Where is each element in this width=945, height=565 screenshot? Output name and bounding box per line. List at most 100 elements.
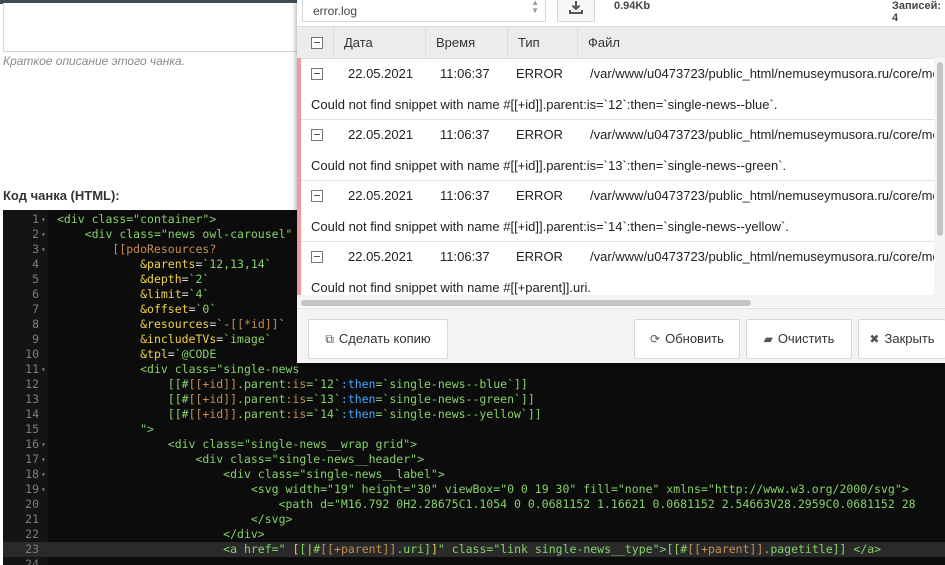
fold-arrow-icon[interactable]: ▾ <box>41 212 49 227</box>
code-token: [[# <box>666 542 688 556</box>
code-token: </svg> <box>250 512 293 526</box>
code-line[interactable]: 21 </svg> <box>3 512 945 527</box>
code-token: .parent <box>237 407 286 421</box>
code-line[interactable]: 13 [[#[[+id]].parent:is=`13`:then=`singl… <box>3 392 945 407</box>
code-token: `2` <box>188 272 210 286</box>
line-number: 18 <box>25 467 39 481</box>
copy-icon: ⧉ <box>325 332 334 346</box>
line-number: 2 <box>32 227 39 241</box>
code-token: class= <box>202 437 244 451</box>
collapse-entry-icon[interactable] <box>311 251 323 263</box>
line-code: &parents=`12,13,14` <box>57 257 272 272</box>
entry-time: 11:06:37 <box>440 66 490 81</box>
fold-arrow-icon[interactable]: ▾ <box>41 227 49 242</box>
code-line[interactable]: 20 <path d="M16.792 0H2.28675C1.1054 0 0… <box>3 497 945 512</box>
code-token: `12,13,14` <box>202 257 272 271</box>
code-line[interactable]: 18 ▾ <div class="single-news__label"> <box>3 467 945 482</box>
code-line[interactable]: 22 </div> <box>3 527 945 542</box>
line-code: <path d="M16.792 0H2.28675C1.1054 0 0.06… <box>57 497 916 512</box>
refresh-icon: ⟳ <box>650 332 661 346</box>
line-number: 19 <box>25 482 39 496</box>
line-code: &limit=`4` <box>57 287 209 302</box>
code-token: .parent <box>237 392 286 406</box>
code-line[interactable]: 19 ▾ <svg width="19" height="30" viewBox=… <box>3 482 945 497</box>
entry-message: Could not find snippet with name #[[+id]… <box>311 158 787 173</box>
line-code: </div> <box>57 527 265 542</box>
line-number: 20 <box>25 497 39 511</box>
refresh-log-button[interactable]: ⟳ Обновить <box>634 319 740 359</box>
column-header-type[interactable]: Тип <box>507 27 577 58</box>
fold-arrow-icon[interactable]: ▾ <box>41 482 49 497</box>
line-number: 16 <box>25 437 39 451</box>
log-entry[interactable]: 22.05.2021 11:06:37 ERROR/var/www/u0473723… <box>297 119 945 181</box>
collapse-entry-icon[interactable] <box>311 68 323 80</box>
code-token: "0 0 19 30" <box>500 482 577 496</box>
code-token: .pagetitle]] <box>763 542 847 556</box>
log-entry[interactable]: 22.05.2021 11:06:37 ERROR/var/www/u0473723… <box>297 241 945 303</box>
clear-log-button[interactable]: ▰ Очистить <box>746 319 852 359</box>
code-token: = <box>188 302 196 316</box>
error-accent-bar <box>297 180 301 241</box>
download-log-button[interactable] <box>557 0 595 22</box>
error-accent-bar <box>297 241 301 302</box>
code-token: "single-news__label" <box>299 467 438 481</box>
log-file-select[interactable]: error.log ▲ ▼ <box>302 0 546 22</box>
line-code: &includeTVs=`image` <box>57 332 272 347</box>
column-header-time[interactable]: Время <box>425 27 507 58</box>
code-token: &limit <box>140 287 182 301</box>
line-number: 23 <box>25 542 39 556</box>
code-token: > <box>437 467 445 481</box>
log-entry[interactable]: 22.05.2021 11:06:37 ERROR/var/www/u0473723… <box>297 58 945 120</box>
code-token: "30" <box>410 482 438 496</box>
log-vertical-scroll-thumb[interactable] <box>937 62 943 236</box>
column-header-date[interactable]: Дата <box>333 27 425 58</box>
entry-time: 11:06:37 <box>440 249 490 264</box>
select-arrows-icon: ▲ ▼ <box>531 0 539 15</box>
line-code: <div class="container"> <box>57 212 216 227</box>
log-entry[interactable]: 22.05.2021 11:06:37 ERROR/var/www/u0473723… <box>297 180 945 242</box>
line-number: 14 <box>25 407 39 421</box>
line-number: 10 <box>25 347 39 361</box>
code-token: class= <box>119 227 161 241</box>
code-token: `0` <box>195 302 217 316</box>
column-header-file[interactable]: Файл <box>577 27 945 58</box>
code-line[interactable]: 12 [[#[[+id]].parent:is=`12`:then=`singl… <box>3 377 945 392</box>
code-token: =`12` <box>306 377 341 391</box>
code-line[interactable]: 15 "> <box>3 422 945 437</box>
code-line[interactable]: 17 ▾ <div class="single-news__header"> <box>3 452 945 467</box>
code-line[interactable]: 24 <box>3 557 945 565</box>
line-number: 9 <box>32 332 39 346</box>
description-help-text: Краткое описание этого чанка. <box>3 54 186 68</box>
code-token: :then <box>340 407 376 421</box>
description-field[interactable] <box>3 3 300 52</box>
code-token: [[+id]] <box>188 392 238 406</box>
code-token: = <box>181 272 189 286</box>
log-horizontal-scroll-thumb[interactable] <box>301 300 751 306</box>
code-token: [[+parent]] <box>320 542 397 556</box>
code-token: &resources <box>140 317 210 331</box>
collapse-entry-icon[interactable] <box>311 129 323 141</box>
code-token: "> <box>140 422 154 436</box>
close-log-button[interactable]: ✖ Закрыть <box>858 319 945 359</box>
code-line[interactable]: 16 ▾ <div class="single-news__wrap grid"> <box>3 437 945 452</box>
code-line[interactable]: 23 <a href=" [[|#[[+parent]].uri]]" clas… <box>3 542 945 557</box>
fold-arrow-icon[interactable]: ▾ <box>41 467 49 482</box>
line-code: [[#[[+id]].parent:is=`13`:then=`single-n… <box>57 392 535 407</box>
fold-arrow-icon[interactable]: ▾ <box>41 242 49 257</box>
code-line[interactable]: 14 [[#[[+id]].parent:is=`14`:then=`singl… <box>3 407 945 422</box>
code-line[interactable]: 11 ▾ <div class="single-news <box>3 362 945 377</box>
collapse-all-icon[interactable] <box>311 37 323 49</box>
code-token: <div <box>195 452 231 466</box>
fold-arrow-icon[interactable]: ▾ <box>41 362 49 377</box>
copy-log-button[interactable]: ⧉ Сделать копию <box>308 319 448 359</box>
fold-arrow-icon[interactable]: ▾ <box>41 437 49 452</box>
line-code: <div class="single-news <box>57 362 299 377</box>
log-records-count: Записей: 4 <box>892 0 942 24</box>
collapse-entry-icon[interactable] <box>311 190 323 202</box>
fold-arrow-icon[interactable]: ▾ <box>41 452 49 467</box>
code-token: <div <box>223 467 258 481</box>
line-code: &tpl=`@CODE <box>57 347 216 362</box>
